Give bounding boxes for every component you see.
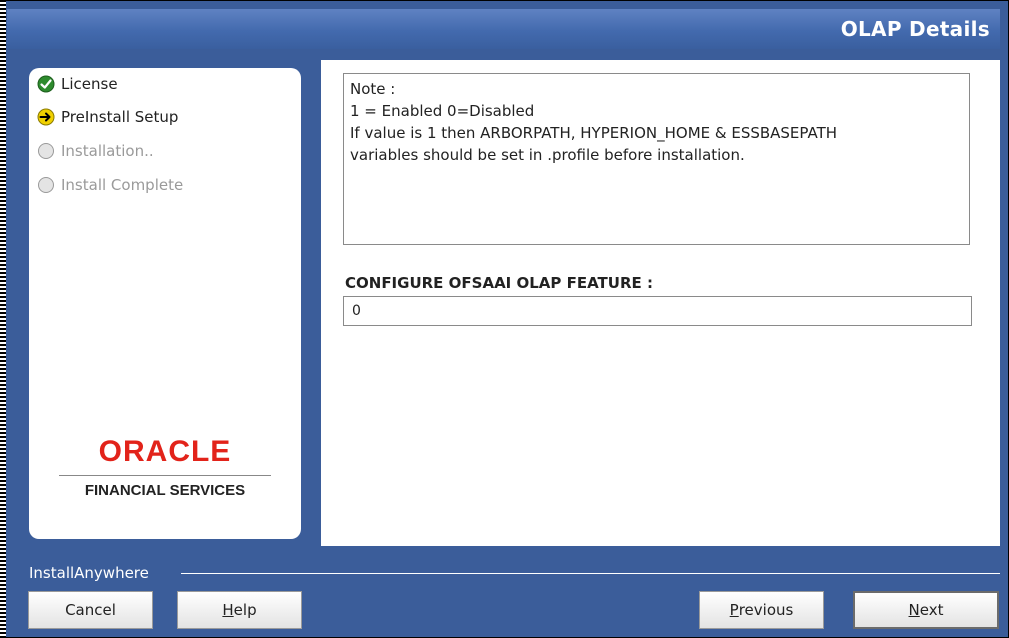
note-line: If value is 1 then ARBORPATH, HYPERION_H… <box>350 124 838 142</box>
oracle-logo: ORACLE FINANCIAL SERVICES <box>55 435 275 499</box>
title-bar: OLAP Details <box>7 9 1000 49</box>
footer-divider <box>181 573 1000 574</box>
logo-divider <box>59 475 271 476</box>
step-install-complete: Install Complete <box>37 174 183 196</box>
step-label: PreInstall Setup <box>61 108 179 126</box>
step-label: Install Complete <box>61 176 184 194</box>
step-preinstall-setup: PreInstall Setup <box>37 106 178 128</box>
olap-feature-input[interactable] <box>343 296 972 326</box>
installer-window: OLAP Details License PreInstall Setup In… <box>0 0 1009 638</box>
olap-feature-label: CONFIGURE OFSAAI OLAP FEATURE : <box>345 274 653 292</box>
step-label: Installation.. <box>61 142 154 160</box>
step-installation: Installation.. <box>37 140 154 162</box>
previous-button[interactable]: Previous <box>699 591 824 629</box>
circle-icon <box>38 143 54 159</box>
cancel-button[interactable]: Cancel <box>28 591 153 629</box>
step-label: License <box>61 75 118 93</box>
help-button[interactable]: Help <box>177 591 302 629</box>
steps-sidebar: License PreInstall Setup Installation.. … <box>29 68 301 539</box>
window-title: OLAP Details <box>840 17 990 41</box>
installanywhere-label: InstallAnywhere <box>29 564 149 582</box>
oracle-wordmark: ORACLE <box>98 435 232 468</box>
main-panel: Note : 1 = Enabled 0=Disabled If value i… <box>321 60 1000 546</box>
logo-subtitle: FINANCIAL SERVICES <box>84 482 246 499</box>
note-box: Note : 1 = Enabled 0=Disabled If value i… <box>343 73 970 245</box>
circle-icon <box>38 177 54 193</box>
next-button[interactable]: Next <box>853 591 999 629</box>
step-license: License <box>37 73 118 95</box>
arrow-right-icon <box>37 108 55 126</box>
note-line: variables should be set in .profile befo… <box>350 146 745 164</box>
check-icon <box>37 75 55 93</box>
note-line: Note : <box>350 80 396 98</box>
note-line: 1 = Enabled 0=Disabled <box>350 102 535 120</box>
